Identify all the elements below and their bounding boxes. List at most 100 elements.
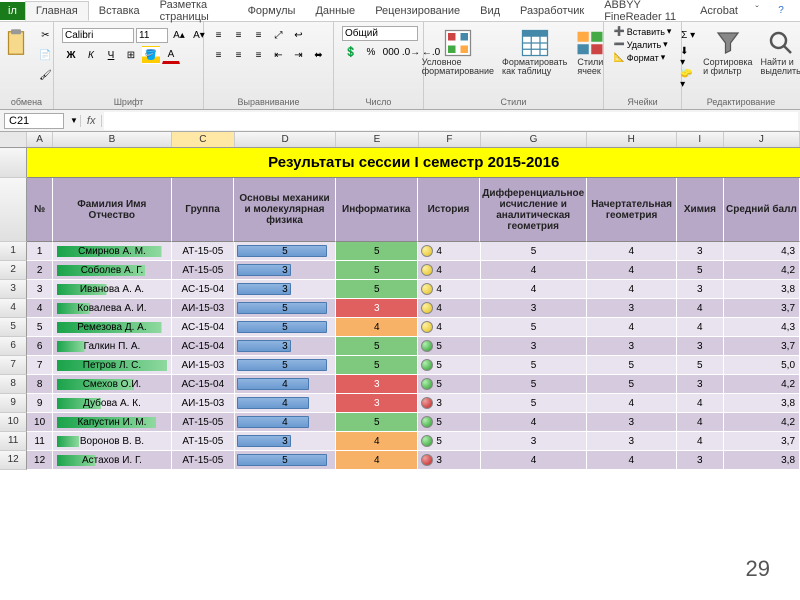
fill-icon[interactable]: ⬇ ▾ [679,48,697,66]
row-header[interactable]: 7 [0,356,27,375]
conditional-formatting-button[interactable]: Условное форматирование [420,26,496,78]
cell-num[interactable]: 1 [27,242,53,261]
cell-chem[interactable]: 4 [677,299,724,318]
cell-chem[interactable]: 3 [677,375,724,394]
cell-hist[interactable]: 3 [418,451,481,470]
cell-fio[interactable]: Иванова А. А. [53,280,172,299]
cell-num[interactable]: 2 [27,261,53,280]
cell-chem[interactable]: 4 [677,318,724,337]
row-header[interactable]: 6 [0,337,27,356]
cell-inf[interactable]: 5 [336,356,418,375]
cell-hist[interactable]: 5 [418,432,481,451]
cell-chem[interactable]: 5 [677,356,724,375]
cell-num[interactable]: 3 [27,280,53,299]
italic-icon[interactable]: К [82,46,100,64]
decrease-indent-icon[interactable]: ⇤ [270,46,288,64]
cell-inf[interactable]: 5 [336,261,418,280]
cell-hist[interactable]: 4 [418,261,481,280]
ribbon-tab-6[interactable]: Вид [470,2,510,20]
col-header-A[interactable]: A [27,132,52,147]
percent-icon[interactable]: % [362,43,380,61]
cell-num[interactable]: 5 [27,318,53,337]
cell-group[interactable]: АИ-15-03 [172,299,235,318]
align-top-icon[interactable]: ≡ [210,26,228,44]
cell-mech[interactable]: 4 [235,394,337,413]
col-header-C[interactable]: C [172,132,235,147]
fx-icon[interactable]: fx [80,115,103,127]
ribbon-tab-5[interactable]: Рецензирование [365,2,470,20]
cell-diff[interactable]: 5 [481,356,587,375]
cut-icon[interactable]: ✂ [37,26,55,44]
file-tab[interactable]: іл [0,2,25,20]
row-header[interactable]: 11 [0,432,27,451]
cell-num[interactable]: 12 [27,451,53,470]
cell-diff[interactable]: 4 [481,413,587,432]
cell-nach[interactable]: 3 [587,432,677,451]
cell-nach[interactable]: 4 [587,394,677,413]
align-middle-icon[interactable]: ≡ [230,26,248,44]
format-painter-icon[interactable]: 🖌 [37,66,55,84]
cell-mech[interactable]: 3 [235,261,337,280]
cell-avg[interactable]: 4,2 [724,413,800,432]
select-all-corner[interactable] [0,132,27,147]
cell-chem[interactable]: 3 [677,337,724,356]
ribbon-tab-4[interactable]: Данные [305,2,365,20]
paste-button[interactable] [0,26,33,60]
cell-inf[interactable]: 4 [336,432,418,451]
row-header[interactable]: 1 [0,242,27,261]
cell-group[interactable]: АТ-15-05 [172,413,235,432]
cell-group[interactable]: АИ-15-03 [172,394,235,413]
cell-avg[interactable]: 3,8 [724,451,800,470]
name-box[interactable] [4,113,64,129]
ribbon-tab-7[interactable]: Разработчик [510,2,594,20]
cell-num[interactable]: 8 [27,375,53,394]
cell-group[interactable]: АС-15-04 [172,375,235,394]
cell-chem[interactable]: 4 [677,413,724,432]
cell-mech[interactable]: 3 [235,337,337,356]
cell-inf[interactable]: 5 [336,280,418,299]
col-header-G[interactable]: G [481,132,587,147]
cell-avg[interactable]: 4,3 [724,242,800,261]
cell-hist[interactable]: 5 [418,337,481,356]
cell-avg[interactable]: 3,8 [724,280,800,299]
cell-num[interactable]: 7 [27,356,53,375]
cell-hist[interactable]: 4 [418,280,481,299]
cell-fio[interactable]: Ремезова Д. А. [53,318,172,337]
align-left-icon[interactable]: ≡ [210,46,228,64]
col-header-E[interactable]: E [336,132,418,147]
cell-styles-button[interactable]: Стили ячеек [573,26,607,78]
cell-group[interactable]: АТ-15-05 [172,451,235,470]
cell-num[interactable]: 4 [27,299,53,318]
cell-nach[interactable]: 4 [587,242,677,261]
currency-icon[interactable]: 💲 [342,43,360,61]
col-header-F[interactable]: F [419,132,482,147]
row-header[interactable] [0,178,27,242]
row-header[interactable]: 5 [0,318,27,337]
cell-nach[interactable]: 5 [587,375,677,394]
cell-mech[interactable]: 3 [235,280,337,299]
cell-inf[interactable]: 3 [336,375,418,394]
cell-mech[interactable]: 5 [235,356,337,375]
cell-inf[interactable]: 5 [336,337,418,356]
autosum-icon[interactable]: Σ ▾ [679,26,697,44]
orientation-icon[interactable]: ⤢ [270,26,288,44]
col-header-J[interactable]: J [724,132,800,147]
sort-filter-button[interactable]: Сортировка и фильтр [701,26,754,78]
cell-fio[interactable]: Галкин П. А. [53,337,172,356]
find-select-button[interactable]: Найти и выделить [759,26,800,78]
cell-chem[interactable]: 3 [677,280,724,299]
underline-icon[interactable]: Ч [102,46,120,64]
cell-fio[interactable]: Петров Л. С. [53,356,172,375]
worksheet[interactable]: ABCDEFGHIJ Результаты сессии I семестр 2… [0,132,800,470]
col-header-D[interactable]: D [235,132,337,147]
font-color-icon[interactable]: A [162,46,180,64]
cell-mech[interactable]: 5 [235,451,337,470]
cell-diff[interactable]: 4 [481,280,587,299]
cell-mech[interactable]: 5 [235,299,337,318]
cell-nach[interactable]: 4 [587,451,677,470]
cell-diff[interactable]: 3 [481,432,587,451]
cell-hist[interactable]: 5 [418,413,481,432]
cell-fio[interactable]: Ковалева А. И. [53,299,172,318]
merge-icon[interactable]: ⬌ [310,46,328,64]
format-cells-button[interactable]: 📐Формат ▾ [614,52,666,63]
